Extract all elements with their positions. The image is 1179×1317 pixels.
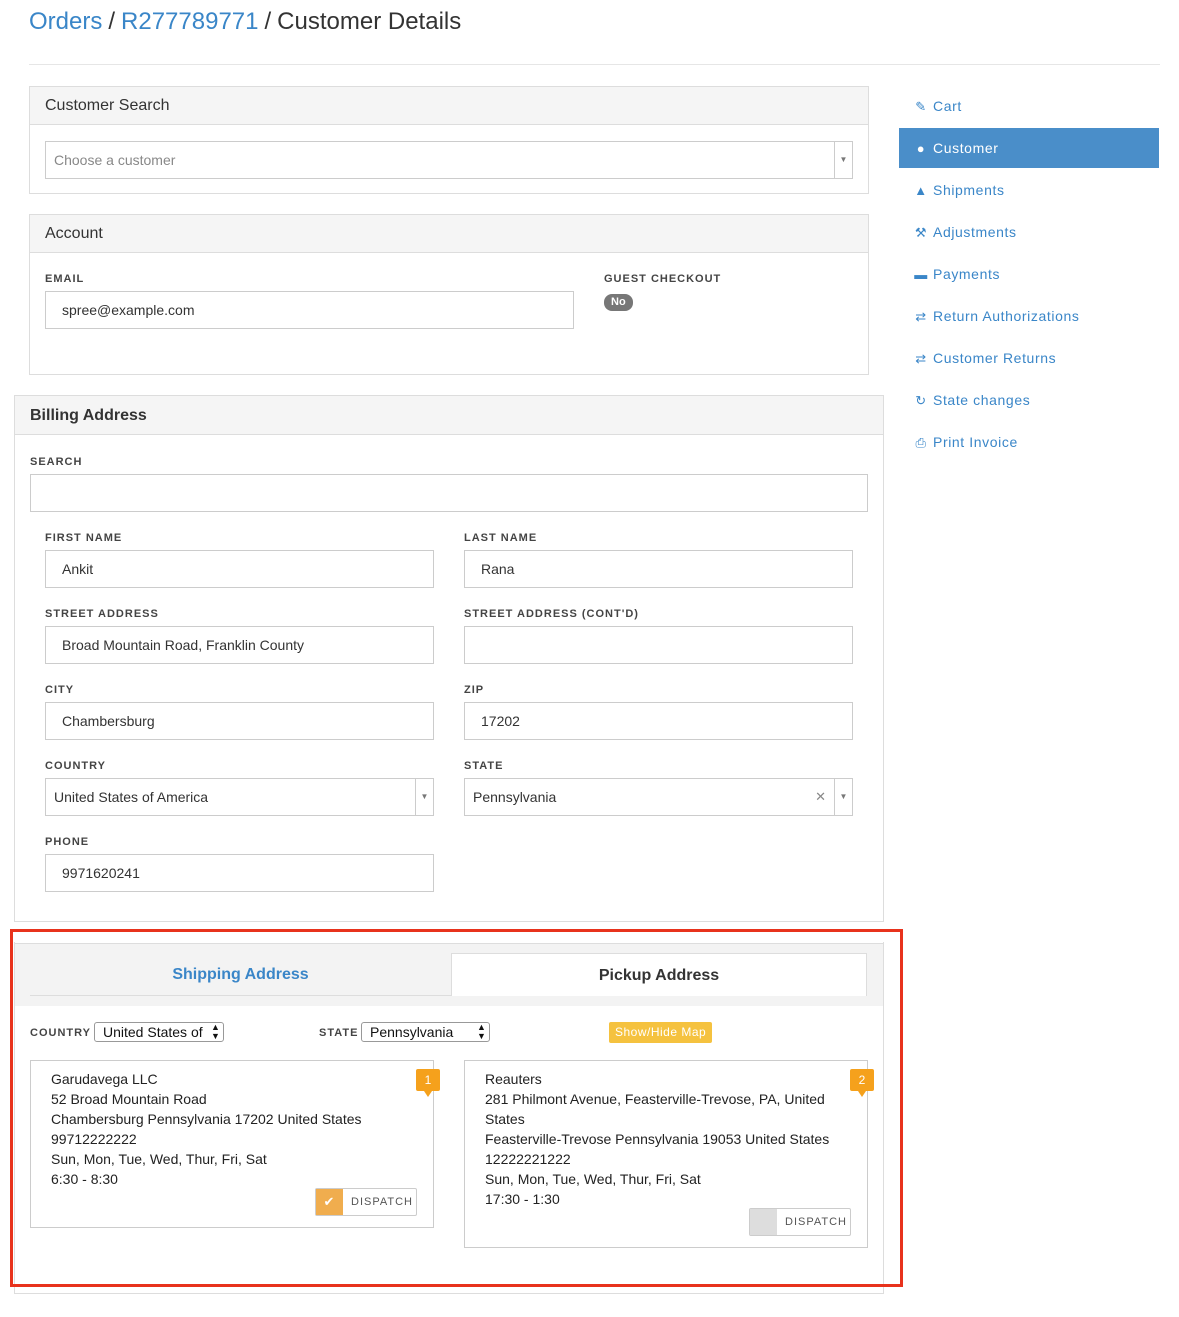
sidebar-item-payments[interactable]: ▬ Payments — [899, 254, 1159, 294]
sidebar-item-label: Print Invoice — [933, 434, 1018, 450]
zip-field[interactable]: 17202 — [464, 702, 853, 740]
state-select[interactable]: Pennsylvania ✕ ▼ — [464, 778, 853, 816]
country-select-value: United States of America — [54, 789, 209, 805]
credit-card-icon: ▬ — [914, 267, 928, 282]
sidebar-item-label: Customer Returns — [933, 350, 1057, 366]
email-label: EMAIL — [45, 273, 85, 285]
city-field[interactable]: Chambersburg — [45, 702, 434, 740]
sidebar-item-label: Cart — [933, 98, 962, 114]
billing-address-title: Billing Address — [15, 396, 883, 435]
first-name-label: FIRST NAME — [45, 532, 123, 544]
sidebar-item-label: Customer — [933, 140, 999, 156]
city-label: CITY — [45, 684, 75, 696]
transfer-icon: ⇄ — [915, 309, 927, 324]
page-title: Customer Details — [277, 8, 462, 35]
breadcrumb-separator: / — [108, 8, 116, 35]
sidebar-item-cart[interactable]: ✎ Cart — [899, 86, 1159, 126]
account-panel: Account EMAIL spree@example.com GUEST CH… — [29, 214, 869, 375]
chevron-down-icon[interactable]: ▼ — [834, 779, 852, 815]
phone-label: PHONE — [45, 836, 90, 848]
state-select-value: Pennsylvania — [473, 789, 557, 805]
street-address-2-field[interactable] — [464, 626, 853, 664]
street-address-2-label: STREET ADDRESS (CONT'D) — [464, 608, 639, 620]
search-label: SEARCH — [30, 456, 83, 468]
email-field[interactable]: spree@example.com — [45, 291, 574, 329]
account-title: Account — [30, 215, 868, 253]
wrench-icon: ⚒ — [914, 225, 928, 240]
street-address-field[interactable]: Broad Mountain Road, Franklin County — [45, 626, 434, 664]
breadcrumb-order-link[interactable]: R277789771 — [121, 8, 258, 35]
chevron-down-icon[interactable]: ▼ — [834, 142, 852, 178]
sidebar-item-shipments[interactable]: ▲ Shipments — [899, 170, 1159, 210]
last-name-field[interactable]: Rana — [464, 550, 853, 588]
customer-select-placeholder: Choose a customer — [54, 152, 176, 168]
sidebar-item-print-invoice[interactable]: ⎙ Print Invoice — [899, 422, 1159, 462]
breadcrumb-orders-link[interactable]: Orders — [29, 8, 102, 35]
sidebar-item-return-authorizations[interactable]: ⇄ Return Authorizations — [899, 296, 1159, 336]
phone-field[interactable]: 9971620241 — [45, 854, 434, 892]
breadcrumb-separator: / — [264, 8, 272, 35]
pencil-icon: ✎ — [915, 99, 927, 114]
sidebar-item-label: State changes — [933, 392, 1031, 408]
transfer-icon: ⇄ — [915, 351, 927, 366]
sidebar-item-state-changes[interactable]: ↻ State changes — [899, 380, 1159, 420]
user-icon: ● — [916, 141, 926, 156]
sidebar-item-customer[interactable]: ● Customer — [899, 128, 1159, 168]
country-select[interactable]: United States of America ▼ — [45, 778, 434, 816]
billing-address-panel: Billing Address SEARCH FIRST NAME Ankit … — [14, 395, 884, 922]
highlight-box — [10, 929, 903, 1287]
state-label: STATE — [464, 760, 504, 772]
print-icon: ⎙ — [915, 435, 927, 450]
guest-checkout-label: GUEST CHECKOUT — [604, 273, 722, 285]
sidebar-item-label: Payments — [933, 266, 1001, 282]
header-divider — [29, 64, 1160, 65]
sidebar-item-label: Return Authorizations — [933, 308, 1080, 324]
zip-label: ZIP — [464, 684, 485, 696]
clear-icon[interactable]: ✕ — [815, 779, 826, 815]
sidebar-item-label: Shipments — [933, 182, 1005, 198]
breadcrumb: Orders / R277789771/Customer Details — [29, 8, 461, 36]
sidebar-item-adjustments[interactable]: ⚒ Adjustments — [899, 212, 1159, 252]
customer-select[interactable]: Choose a customer ▼ — [45, 141, 853, 179]
road-icon: ▲ — [914, 183, 928, 198]
last-name-label: LAST NAME — [464, 532, 538, 544]
refresh-icon: ↻ — [915, 393, 927, 408]
customer-search-panel: Customer Search Choose a customer ▼ — [29, 86, 869, 194]
street-address-label: STREET ADDRESS — [45, 608, 159, 620]
address-search-input[interactable] — [30, 474, 868, 512]
first-name-field[interactable]: Ankit — [45, 550, 434, 588]
country-label: COUNTRY — [45, 760, 106, 772]
customer-search-title: Customer Search — [30, 87, 868, 125]
sidebar-item-customer-returns[interactable]: ⇄ Customer Returns — [899, 338, 1159, 378]
sidebar-item-label: Adjustments — [933, 224, 1017, 240]
chevron-down-icon[interactable]: ▼ — [415, 779, 433, 815]
guest-checkout-badge: No — [604, 294, 633, 311]
